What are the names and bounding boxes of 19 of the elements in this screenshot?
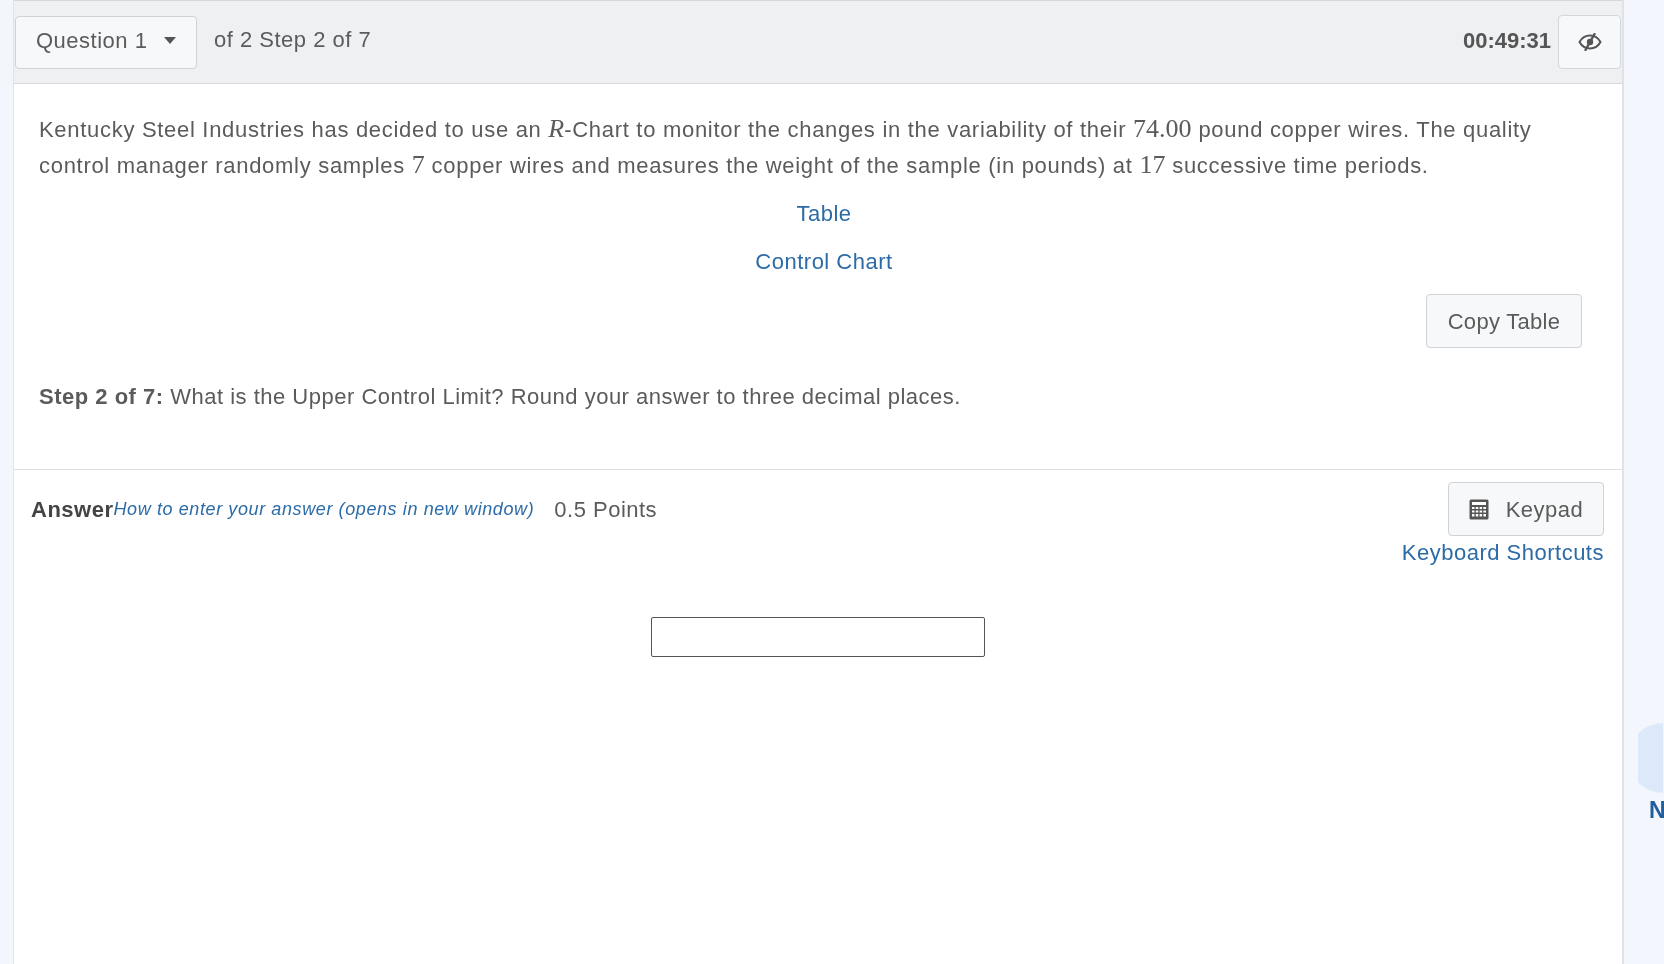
hide-timer-button[interactable] bbox=[1558, 15, 1621, 69]
control-chart-link[interactable]: Control Chart bbox=[755, 247, 893, 277]
progress-text: of 2 Step 2 of 7 bbox=[214, 26, 372, 54]
keyboard-shortcuts-link[interactable]: Keyboard Shortcuts bbox=[1401, 538, 1604, 568]
side-label: N bbox=[1649, 796, 1664, 824]
answer-field[interactable] bbox=[651, 617, 985, 657]
question-dropdown[interactable]: Question 1 bbox=[15, 15, 197, 69]
calculator-icon bbox=[1468, 498, 1489, 520]
answer-label: Answer bbox=[31, 495, 114, 524]
copy-table-button[interactable]: Copy Table bbox=[1426, 294, 1582, 348]
points-text: 0.5 Points bbox=[554, 495, 658, 524]
problem-text: Kentucky Steel Industries has decided to use an R-Chart to monitor the changes in the variability of their 74.00 pound copper wires. The quality control manager randomly samples 7 copper wires and measures the weight of the sample (in pounds) at 17 successive time periods. bbox=[39, 113, 1533, 181]
eye-slash-icon bbox=[1577, 33, 1602, 51]
step-prompt: Step 2 of 7: What is the Upper Control Limit? Round your answer to three decimal places. bbox=[39, 383, 962, 411]
timer: 00:49:31 bbox=[1462, 26, 1551, 55]
caret-down-icon bbox=[164, 37, 176, 44]
keypad-button[interactable]: Keypad bbox=[1448, 482, 1604, 536]
table-link[interactable]: Table bbox=[796, 199, 852, 229]
help-link[interactable]: How to enter your answer (opens in new window) bbox=[113, 495, 535, 523]
